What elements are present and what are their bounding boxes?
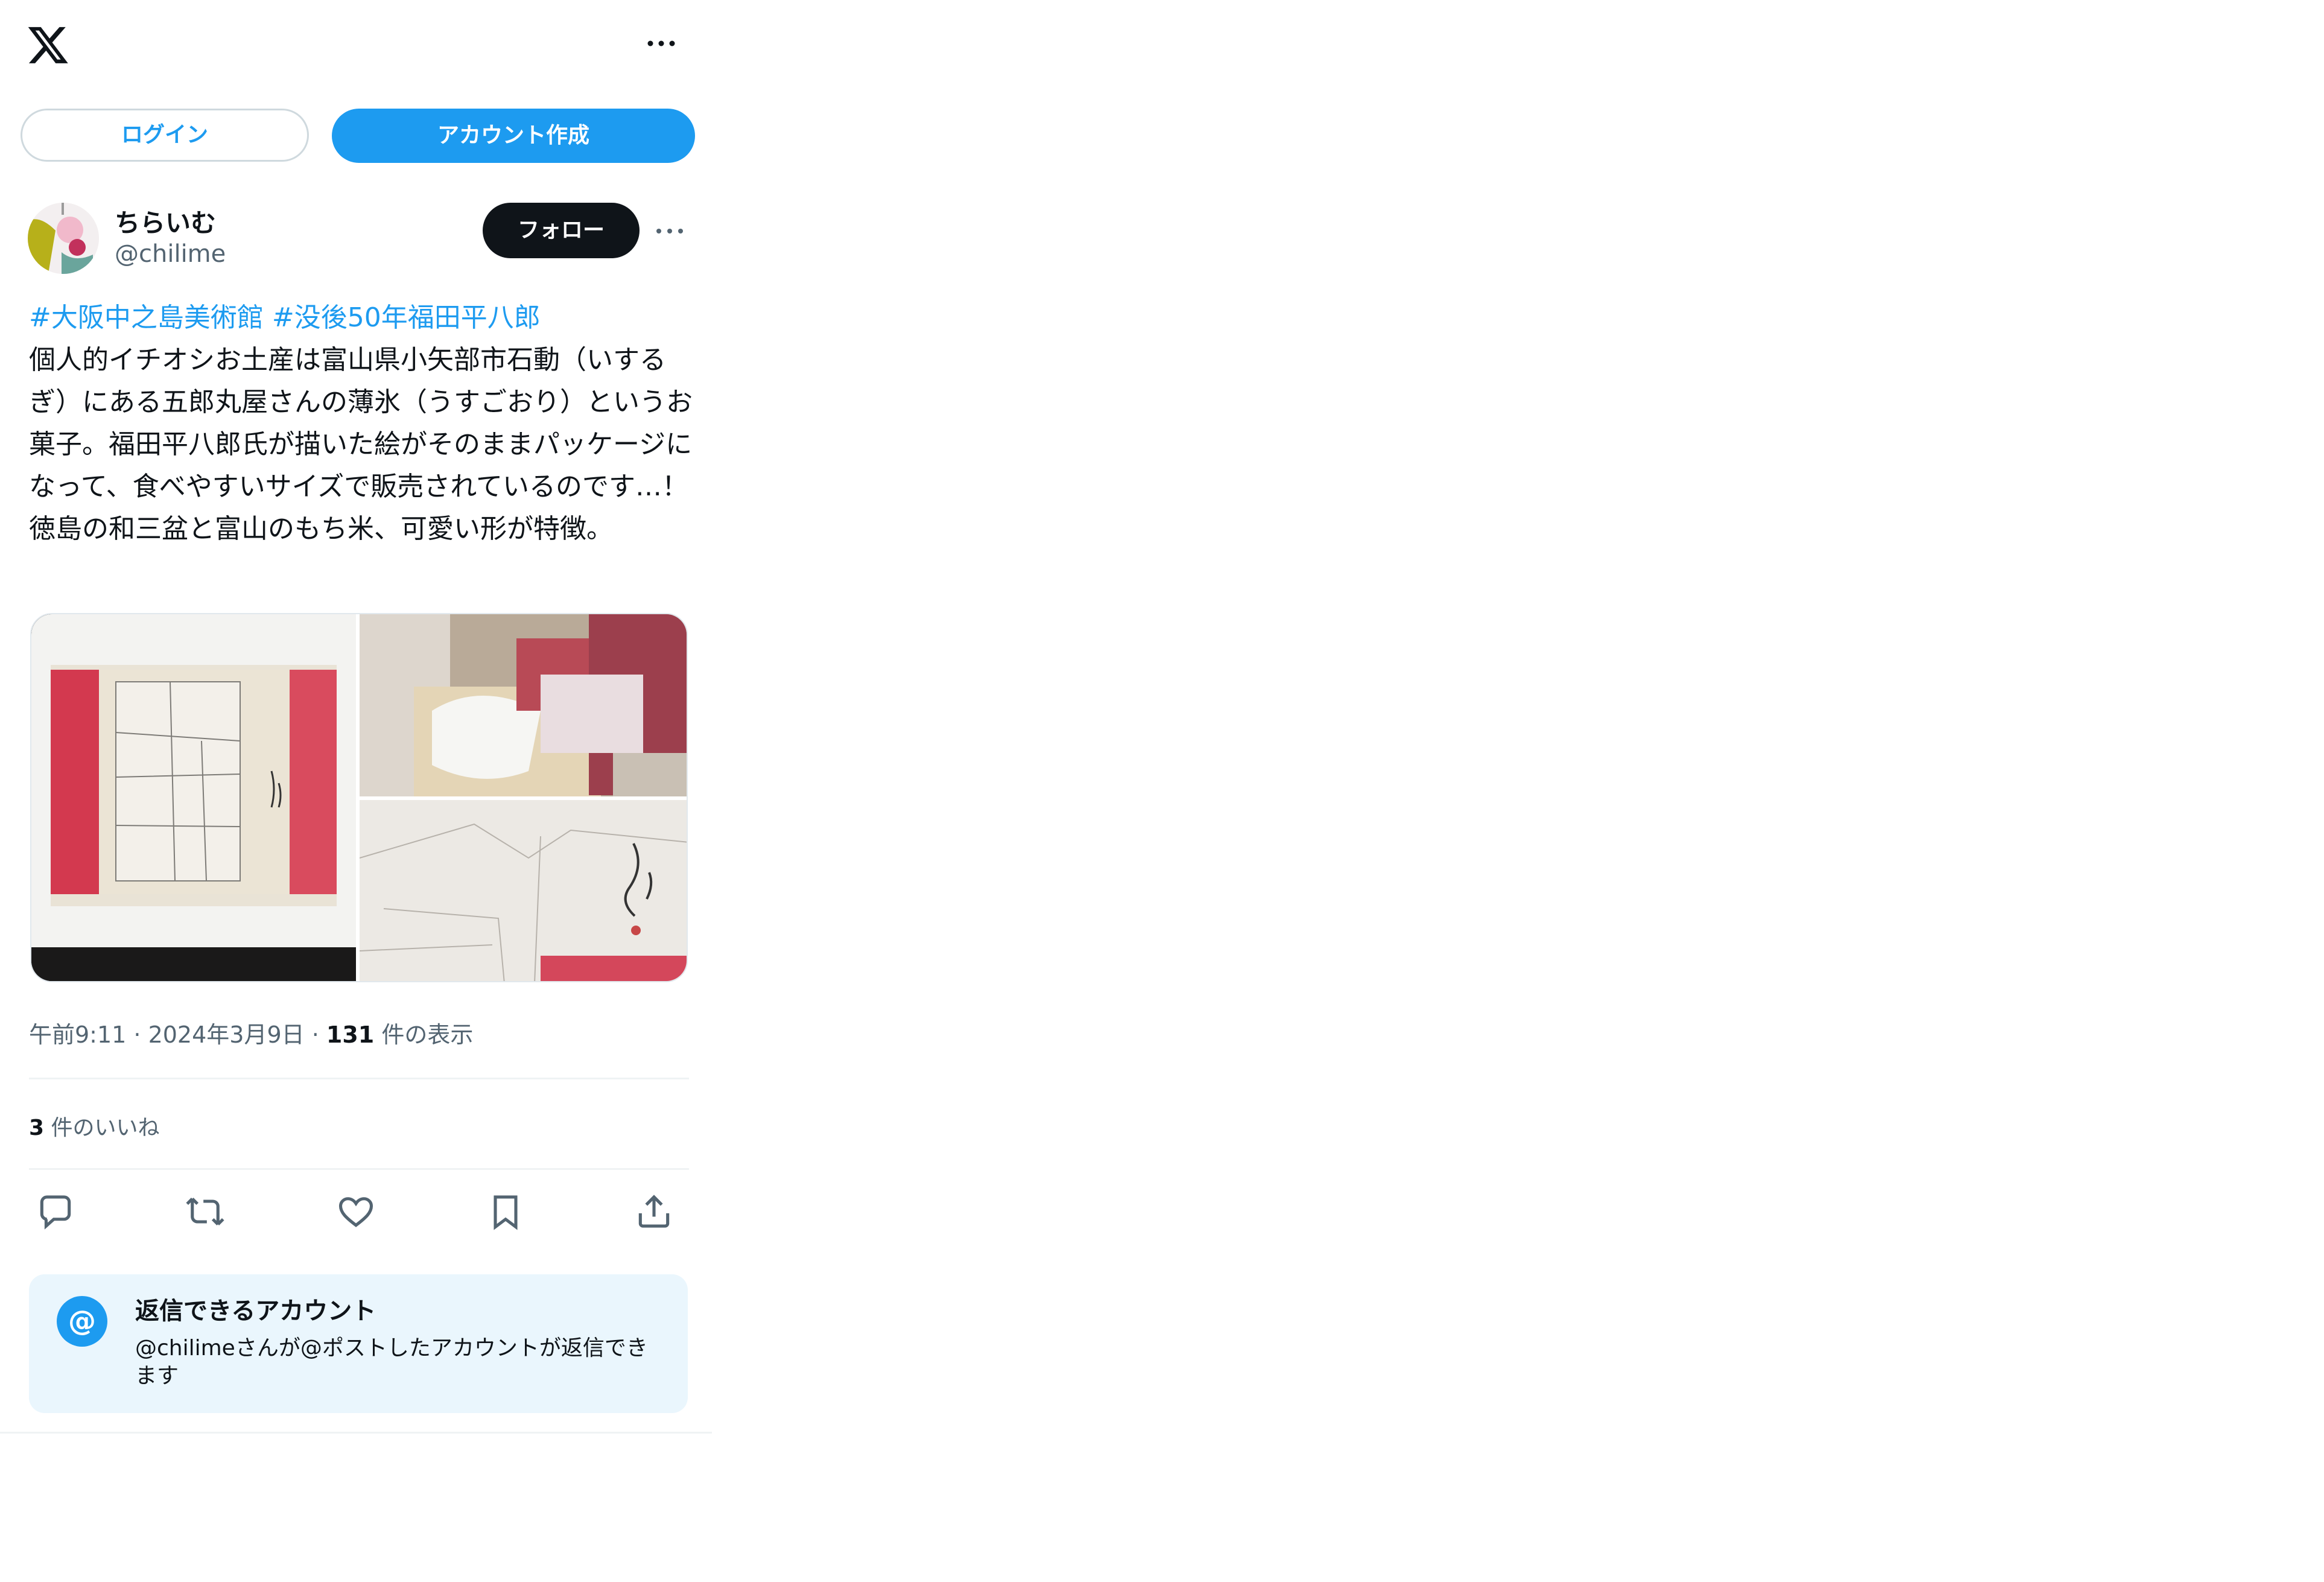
media-grid: [30, 613, 688, 982]
post-text: #大阪中之島美術館 #没後50年福田平八郎 個人的イチオシお土産は富山県小矢部市…: [29, 297, 693, 550]
reply-settings-card: @ 返信できるアカウント @chilimeさんが@ポストしたアカウントが返信でき…: [29, 1274, 688, 1413]
follow-button[interactable]: フォロー: [483, 203, 640, 258]
hashtag-link[interactable]: #没後50年福田平八郎: [272, 302, 541, 333]
post-page: ログイン アカウント作成 ちらいむ @chilime フォロー #大阪中之島美術…: [0, 0, 712, 1582]
hashtag-link[interactable]: #大阪中之島美術館: [29, 302, 264, 333]
divider: [29, 1078, 689, 1079]
reply-settings-description: @chilimeさんが@ポストしたアカウントが返信できます: [135, 1336, 648, 1388]
likes-label: 件のいいね: [44, 1116, 160, 1140]
likes-stats[interactable]: 3 件のいいね: [29, 1110, 160, 1142]
at-icon: @: [57, 1296, 107, 1347]
like-icon[interactable]: [335, 1191, 376, 1232]
x-logo-icon[interactable]: [27, 23, 70, 66]
author-name[interactable]: ちらいむ: [115, 203, 216, 240]
post-timestamp[interactable]: 午前9:11 · 2024年3月9日: [29, 1021, 305, 1048]
views-label: 件の表示: [374, 1021, 474, 1048]
timeline-divider: [0, 1432, 712, 1434]
post-more-icon[interactable]: [653, 222, 687, 240]
meta-separator: ·: [311, 1021, 326, 1048]
reply-settings-title: 返信できるアカウント: [135, 1297, 376, 1325]
signup-button[interactable]: アカウント作成: [332, 109, 695, 163]
post-meta: 午前9:11 · 2024年3月9日 · 131 件の表示: [29, 1016, 473, 1049]
repost-icon[interactable]: [185, 1191, 226, 1232]
divider: [29, 1168, 689, 1170]
media-image-3[interactable]: [359, 800, 687, 981]
more-horizontal-icon[interactable]: [643, 31, 679, 56]
media-image-2[interactable]: [360, 614, 687, 796]
views-count: 131: [326, 1021, 375, 1048]
avatar-image: [28, 203, 99, 274]
top-bar: [0, 0, 712, 91]
share-icon[interactable]: [633, 1191, 675, 1232]
login-button[interactable]: ログイン: [21, 109, 309, 162]
post-body: 個人的イチオシお土産は富山県小矢部市石動（いするぎ）にある五郎丸屋さんの薄氷（う…: [29, 345, 693, 544]
author-handle[interactable]: @chilime: [115, 240, 226, 268]
likes-count: 3: [29, 1116, 45, 1140]
bookmark-icon[interactable]: [485, 1191, 526, 1232]
avatar[interactable]: [28, 203, 99, 274]
media-image-1[interactable]: [31, 614, 356, 981]
reply-icon[interactable]: [35, 1191, 76, 1232]
